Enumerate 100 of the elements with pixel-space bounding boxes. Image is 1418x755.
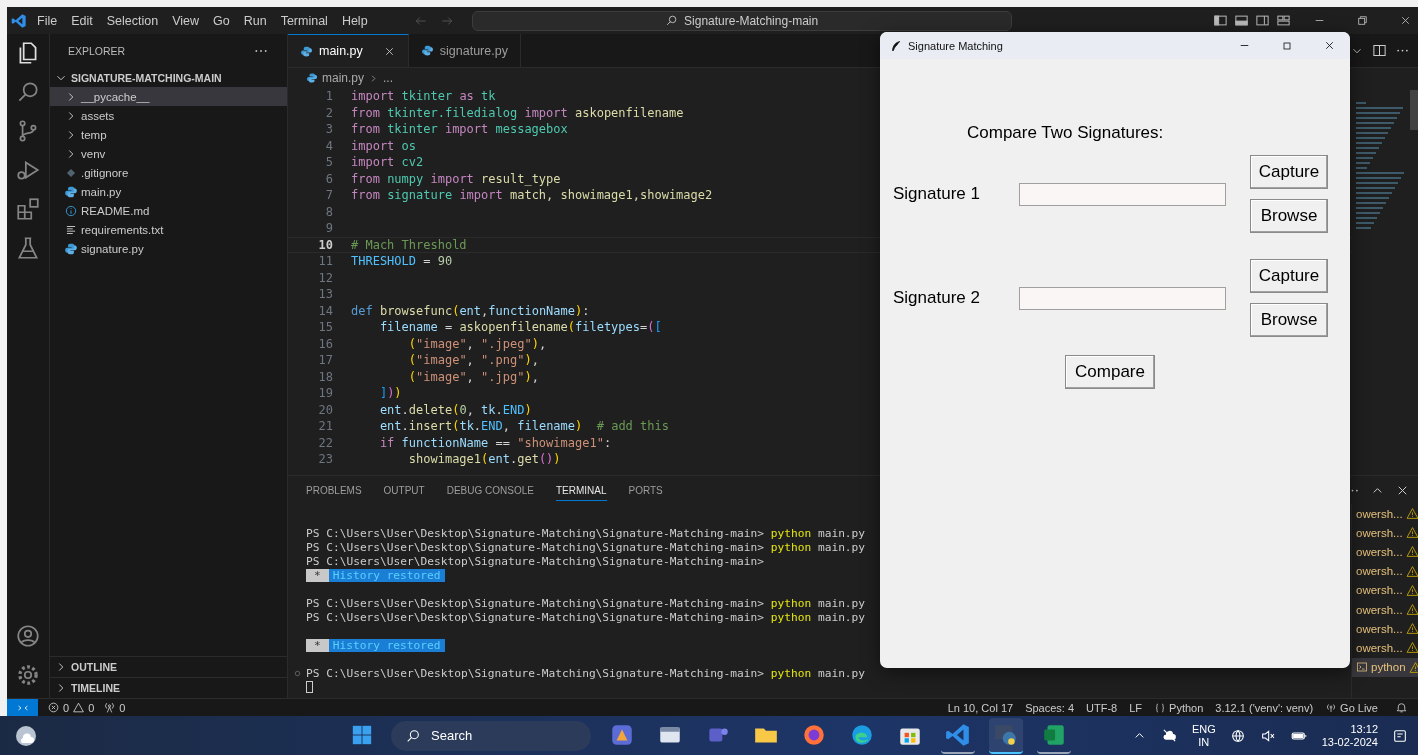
ports-status[interactable]: 0 — [103, 701, 126, 714]
capture-button[interactable]: Capture — [1250, 155, 1328, 189]
panel-tab[interactable]: OUTPUT — [383, 479, 425, 501]
status-item[interactable]: Python — [1154, 701, 1204, 714]
language-indicator[interactable]: ENG IN — [1191, 722, 1216, 749]
breadcrumb-item[interactable]: ... — [383, 71, 394, 85]
python-file-icon — [300, 44, 313, 58]
history-notice: * History restored — [306, 638, 445, 652]
path-input-field[interactable] — [1019, 182, 1226, 206]
terminal-instance[interactable]: owersh... — [1352, 561, 1418, 581]
menu-item[interactable]: Selection — [106, 13, 159, 28]
panel-tab[interactable]: DEBUG CONSOLE — [446, 479, 534, 501]
line-number: 4 — [324, 138, 333, 153]
restore-icon[interactable] — [1356, 14, 1369, 27]
split-editor-icon[interactable] — [1372, 43, 1387, 58]
browse-button[interactable]: Browse — [1250, 199, 1328, 233]
line-number: 1 — [324, 89, 333, 104]
menu-item[interactable]: View — [172, 13, 199, 28]
terminal-instance[interactable]: owersh... — [1352, 542, 1418, 562]
line-number: 16 — [317, 336, 333, 351]
file-row[interactable]: .gitignore — [50, 163, 287, 182]
status-item[interactable]: LF — [1129, 701, 1143, 714]
file-row[interactable]: main.py — [50, 182, 287, 201]
status-item[interactable]: UTF-8 — [1086, 701, 1118, 714]
python-file-icon — [420, 44, 434, 57]
account-icon[interactable] — [15, 623, 41, 649]
field-label: Signature 1 — [893, 184, 981, 204]
path-input-field[interactable] — [1019, 286, 1226, 310]
code-line: THRESHOLD = 90 — [351, 254, 453, 269]
terminal-line: PS C:\Users\User\Desktop\Signature-Matching\Signature-Matching-main> — [306, 554, 764, 568]
problems-status[interactable]: 0 0 — [47, 701, 95, 714]
field-label: Signature 2 — [893, 288, 981, 308]
scrollbar-thumb[interactable] — [1410, 90, 1418, 130]
folder-row[interactable]: __pycache__ — [50, 87, 287, 106]
menu-item[interactable]: Run — [243, 13, 267, 28]
maximize-icon[interactable] — [1281, 39, 1293, 52]
terminal-instance[interactable]: owersh... — [1352, 580, 1418, 600]
layout-grid-icon[interactable] — [1276, 13, 1291, 28]
code-line: from signature import match, showimage1,showimage2 — [351, 188, 713, 203]
terminal-instance[interactable]: owersh... — [1352, 619, 1418, 639]
weather-icon[interactable] — [14, 723, 38, 748]
section-header[interactable]: OUTLINE — [50, 656, 287, 677]
close-icon[interactable] — [1323, 39, 1336, 52]
code-line: import cv2 — [351, 155, 424, 170]
warning-icon — [1405, 545, 1418, 559]
code-line: ])) — [378, 386, 402, 401]
panel-tab[interactable]: PROBLEMS — [306, 479, 362, 501]
python-app-icon[interactable] — [989, 717, 1023, 754]
settings-icon[interactable] — [15, 662, 41, 688]
terminal-instance[interactable]: owersh... — [1352, 504, 1418, 524]
menu-item[interactable]: Terminal — [280, 13, 328, 28]
taskbar-search-field[interactable]: Search — [391, 720, 591, 751]
line-number: 18 — [317, 369, 333, 384]
clock[interactable]: 13:12 13-02-2024 — [1321, 722, 1378, 749]
capture-button[interactable]: Capture — [1250, 259, 1328, 293]
secondary-sidebar-icon[interactable] — [1255, 13, 1270, 28]
search-icon — [665, 14, 679, 27]
close-icon[interactable] — [1399, 14, 1412, 27]
menu-item[interactable]: Go — [213, 13, 230, 28]
folder-row[interactable]: venv — [50, 144, 287, 163]
menu-item[interactable]: Help — [341, 13, 368, 28]
bell-icon[interactable] — [1395, 701, 1408, 714]
line-number: 19 — [317, 386, 333, 401]
status-item[interactable]: Spaces: 4 — [1025, 701, 1075, 714]
panel-layout-icon[interactable] — [1234, 13, 1249, 28]
flask-icon[interactable] — [15, 235, 41, 261]
file-row[interactable]: signature.py — [50, 239, 287, 258]
menu-item[interactable]: Edit — [71, 13, 93, 28]
extensions-icon[interactable] — [15, 196, 41, 222]
status-item[interactable]: 3.12.1 ('venv': venv) — [1215, 701, 1314, 714]
compare-button[interactable]: Compare — [1065, 355, 1155, 389]
panel-tab[interactable]: TERMINAL — [555, 479, 607, 501]
editor-tab[interactable]: main.py — [288, 34, 409, 67]
command-search-field[interactable]: Signature-Matching-main — [471, 10, 1012, 31]
error-icon — [47, 701, 60, 714]
terminal-line: PS C:\Users\User\Desktop\Signature-Matching\Signature-Matching-main> python main.py — [306, 526, 866, 540]
history-notice: * History restored — [306, 568, 445, 582]
folder-row[interactable]: SIGNATURE-MATCHING-MAIN — [50, 68, 287, 87]
terminal-instance[interactable]: owersh... — [1352, 638, 1418, 658]
menu-item[interactable]: File — [37, 13, 58, 28]
status-item[interactable]: Go Live — [1325, 701, 1378, 714]
terminal-instance[interactable]: python — [1352, 657, 1418, 677]
browse-button[interactable]: Browse — [1250, 303, 1328, 337]
terminal-line: PS C:\Users\User\Desktop\Signature-Matching\Signature-Matching-main> python main.py — [306, 540, 866, 554]
line-number: 6 — [324, 171, 333, 186]
folder-row[interactable]: assets — [50, 106, 287, 125]
status-item[interactable]: Ln 10, Col 17 — [947, 701, 1014, 714]
line-number: 3 — [324, 122, 333, 137]
globe-icon[interactable] — [1229, 727, 1246, 744]
editor-tab[interactable]: signature.py — [408, 34, 521, 67]
file-row[interactable]: requirements.txt — [50, 220, 287, 239]
terminal-instance[interactable]: owersh... — [1352, 599, 1418, 620]
terminal-instance[interactable]: owersh... — [1352, 523, 1418, 543]
panel-tab[interactable]: PORTS — [628, 479, 663, 501]
code-line: def browsefunc(ent,functionName): — [351, 303, 590, 318]
notification-icon[interactable] — [1392, 727, 1408, 744]
sidebar-layout-icon[interactable] — [1213, 13, 1228, 28]
folder-row[interactable]: temp — [50, 125, 287, 144]
breadcrumb-item[interactable]: main.py — [322, 71, 365, 85]
file-row[interactable]: README.md — [50, 201, 287, 220]
